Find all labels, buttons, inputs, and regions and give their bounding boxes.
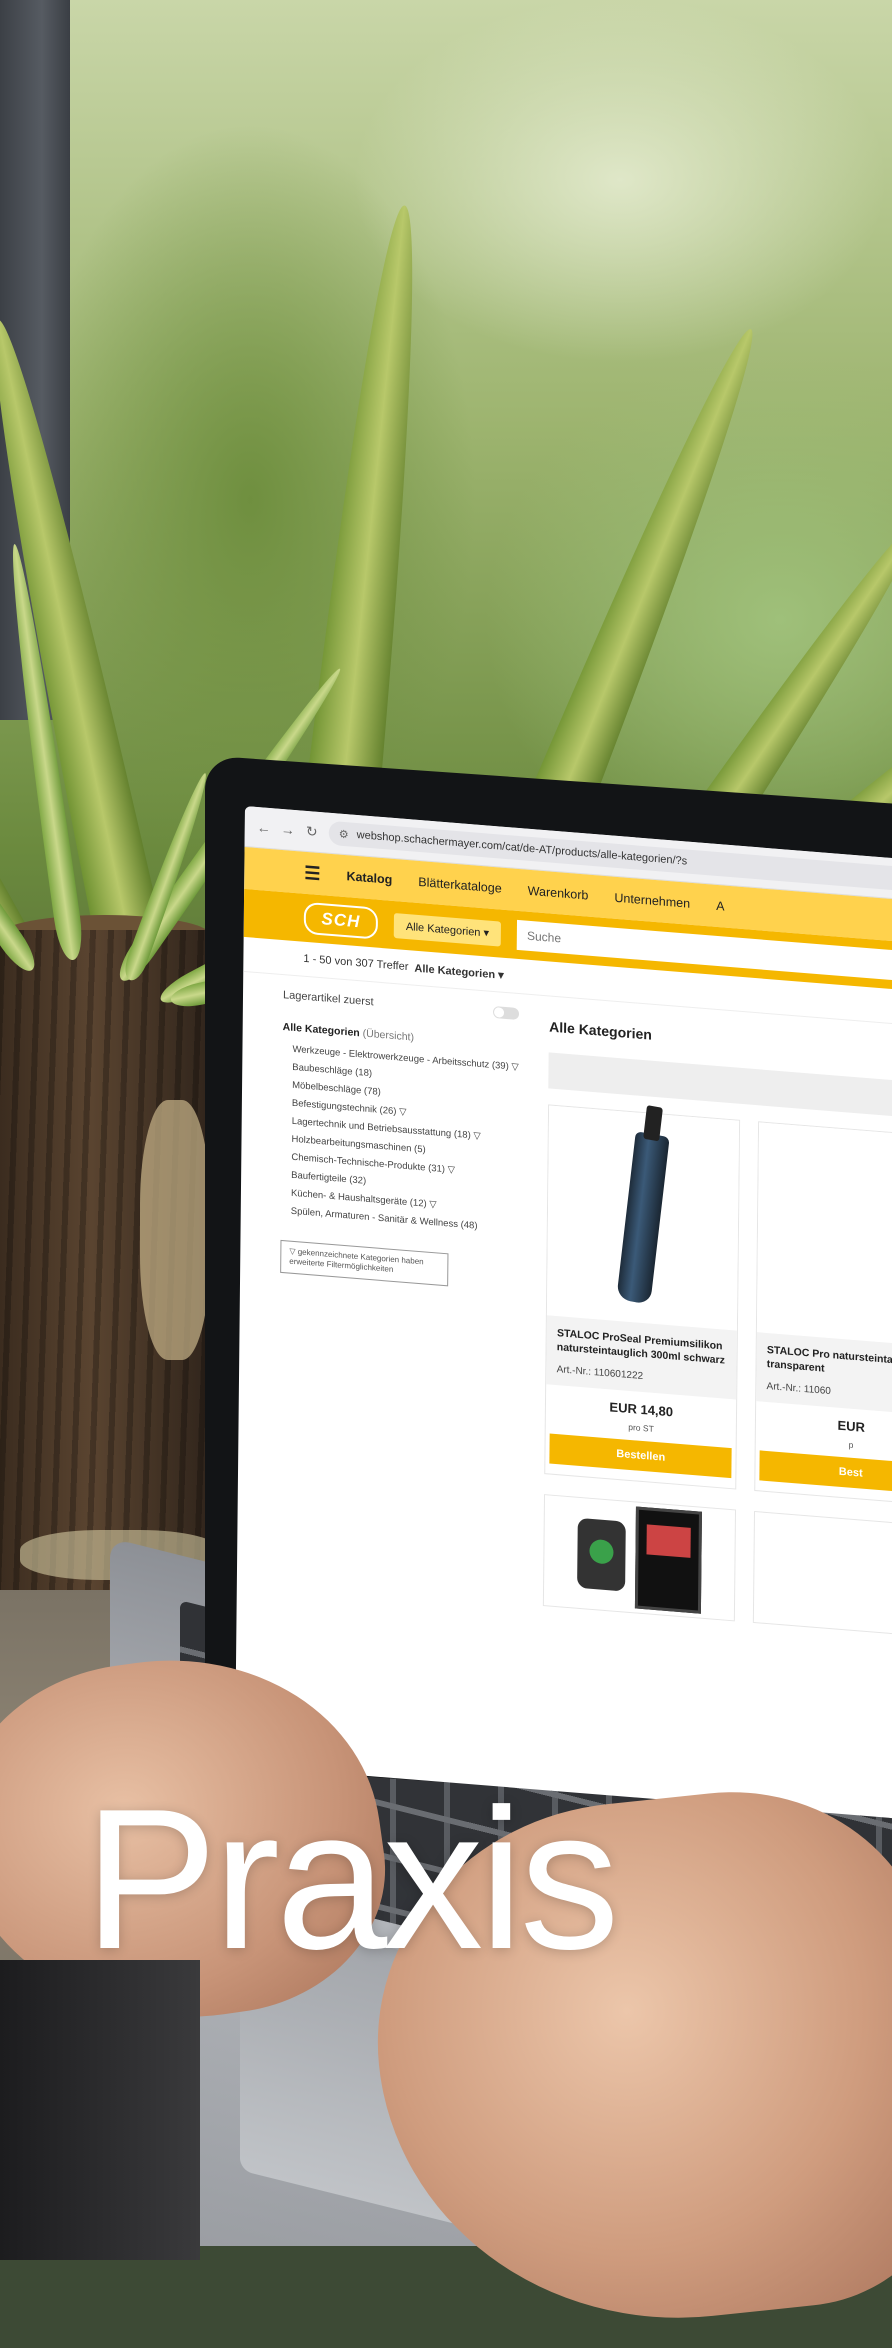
menu-unternehmen[interactable]: Unternehmen (614, 891, 690, 911)
stock-toggle[interactable] (493, 1005, 520, 1021)
order-button[interactable]: Bestellen (549, 1433, 732, 1479)
measuring-device-icon (577, 1518, 627, 1592)
product-info: STALOC Pro natursteinta transparent Art.… (756, 1332, 892, 1417)
back-arrow-icon[interactable]: ← (257, 819, 271, 836)
menu-more[interactable]: A (716, 899, 724, 914)
device-box-icon (635, 1506, 703, 1615)
product-info: STALOC ProSeal Premiumsilikon naturstein… (546, 1315, 738, 1400)
menu-blaetterkataloge[interactable]: Blätterkataloge (418, 875, 502, 896)
product-artno: Art.-Nr.: 11060 (766, 1381, 831, 1398)
category-select[interactable]: Alle Kategorien ▾ (393, 912, 502, 947)
menu-warenkorb[interactable]: Warenkorb (528, 884, 589, 903)
forward-arrow-icon[interactable]: → (281, 821, 295, 838)
product-grid-row (543, 1494, 892, 1639)
product-image[interactable] (547, 1105, 740, 1331)
product-name[interactable]: STALOC Pro natursteinta transparent (767, 1343, 892, 1385)
product-card[interactable] (753, 1511, 892, 1639)
stock-toggle-label: Lagerartikel zuerst (282, 989, 374, 1009)
menu-katalog[interactable]: Katalog (346, 869, 392, 887)
reload-icon[interactable]: ↻ (305, 822, 319, 840)
product-card[interactable] (543, 1494, 737, 1622)
product-artno: Art.-Nr.: 110601222 (556, 1364, 644, 1383)
product-card[interactable]: STALOC ProSeal Premiumsilikon naturstein… (544, 1104, 741, 1490)
shop-logo[interactable]: SCH (303, 901, 379, 940)
silicone-tube-icon (616, 1131, 670, 1305)
hamburger-menu-icon[interactable]: ☰ (304, 862, 320, 884)
product-grid: STALOC ProSeal Premiumsilikon naturstein… (544, 1104, 892, 1507)
order-button[interactable]: Best (759, 1450, 892, 1496)
filter-note: ▽ gekennzeichnete Kategorien haben erwei… (280, 1239, 449, 1287)
site-settings-icon[interactable]: ⚙ (339, 827, 349, 841)
overlay-title: Praxis (84, 1768, 620, 1991)
page-content: Lagerartikel zuerst Alle Kategorien (Übe… (237, 972, 892, 1650)
sleeve (0, 1960, 200, 2260)
stock-toggle-row: Lagerartikel zuerst (282, 989, 520, 1021)
results-category-filter[interactable]: Alle Kategorien ▾ (414, 961, 503, 981)
product-area: Alle Kategorien STALOC ProSeal Premiumsi… (527, 995, 892, 1652)
product-name[interactable]: STALOC ProSeal Premiumsilikon naturstein… (557, 1326, 727, 1368)
product-card[interactable]: STALOC Pro natursteinta transparent Art.… (754, 1121, 892, 1507)
product-image[interactable] (757, 1122, 892, 1348)
laptop-screen: ← → ↻ ⚙ webshop.schachermayer.com/cat/de… (234, 806, 892, 1822)
category-sidebar: Lagerartikel zuerst Alle Kategorien (Übe… (237, 972, 534, 1617)
bark-lichen (140, 1100, 210, 1360)
results-count: 1 - 50 von 307 Treffer (303, 952, 409, 974)
